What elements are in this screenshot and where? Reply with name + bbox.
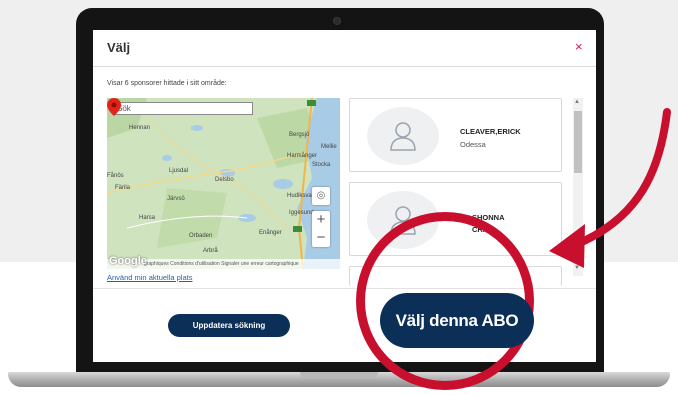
map-zoom-control[interactable]: + − — [312, 211, 330, 247]
sponsor-card[interactable]: CLEAVER,ERICK Odessa — [349, 98, 562, 172]
map-place-label: Bergsjö — [289, 132, 310, 138]
map-place-label: Stocka — [312, 162, 331, 168]
update-search-button[interactable]: Uppdatera sökning — [168, 314, 290, 337]
map-place-label: Järvsö — [167, 196, 185, 202]
user-icon — [390, 122, 416, 151]
map-pin-icon[interactable] — [107, 98, 121, 116]
choose-abo-button[interactable]: Välj denna ABO — [380, 293, 534, 348]
map-place-label: Harsa — [139, 215, 156, 221]
map-place-label: Färila — [115, 185, 131, 191]
scrollbar-thumb[interactable] — [574, 111, 582, 173]
dialog-title: Välj — [107, 40, 131, 55]
map-place-label: Ljusdal — [169, 168, 189, 174]
sponsor-city: Odessa — [460, 140, 486, 149]
scroll-down-icon[interactable]: ▼ — [574, 265, 580, 271]
laptop-camera — [333, 17, 341, 25]
title-divider — [93, 66, 596, 67]
laptop-base-notch — [300, 372, 378, 378]
map-place-label: Hudiksvall — [287, 193, 315, 199]
sponsor-name: CLEAVER,ERICK — [460, 127, 521, 136]
map-attribution-prefix: graphiques — [144, 261, 169, 267]
map-place-label: Harmånger — [287, 153, 318, 159]
zoom-in-button[interactable]: + — [312, 211, 330, 229]
close-icon[interactable]: × — [575, 39, 583, 54]
avatar-icon — [367, 107, 439, 165]
use-current-location-link[interactable]: Använd min aktuella plats — [107, 273, 192, 282]
map-place-label: Mellie — [321, 144, 337, 150]
map-place-label: Orbaden — [189, 233, 213, 239]
target-icon[interactable]: ◎ — [312, 187, 330, 205]
map-place-label: Enånger — [259, 230, 282, 236]
map-attribution-text[interactable]: Conditions d'utilisation Signaler une er… — [170, 261, 299, 267]
sponsor-map[interactable]: Sök Hennan Bergsjö Mellie Harmånger Stoc… — [107, 98, 340, 269]
zoom-out-button[interactable]: − — [312, 229, 330, 247]
map-place-label: Iggesund — [289, 210, 314, 216]
map-terrain — [107, 98, 340, 269]
scroll-up-icon[interactable]: ▲ — [574, 99, 580, 105]
map-place-label: Delsbo — [215, 177, 234, 183]
map-search-input[interactable]: Sök — [113, 102, 253, 115]
map-place-label: Arbrå — [203, 248, 218, 254]
map-place-label: Hennan — [129, 125, 151, 131]
results-summary: Visar 6 sponsorer hittade i sitt område: — [107, 80, 227, 87]
map-place-label: Fånös — [107, 173, 124, 179]
google-logo: Google — [109, 255, 147, 267]
